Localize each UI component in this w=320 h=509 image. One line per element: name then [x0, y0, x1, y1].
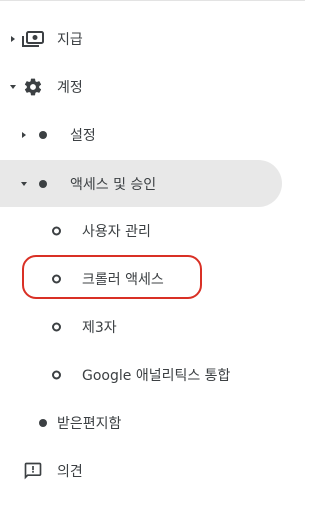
sidebar-item-inbox[interactable]: 받은편지함: [0, 399, 305, 446]
money-icon: [22, 30, 44, 47]
sidebar-item-access[interactable]: 액세스 및 승인: [0, 160, 305, 207]
sidebar-item-label: Google 애널리틱스 통합: [82, 367, 231, 384]
bullet-icon: [39, 179, 47, 188]
sidebar-item-feedback[interactable]: 의견: [0, 447, 305, 494]
caret-right-icon[interactable]: [19, 130, 29, 140]
feedback-icon: [24, 462, 42, 479]
ring-bullet-icon: [52, 370, 61, 379]
sidebar-item-label: 액세스 및 승인: [70, 176, 157, 193]
sidebar-item-label: 제3자: [82, 319, 117, 336]
sidebar-item-user-management[interactable]: 사용자 관리: [0, 207, 305, 254]
sidebar-item-google-analytics[interactable]: Google 애널리틱스 통합: [0, 351, 305, 398]
caret-down-icon[interactable]: [8, 82, 18, 92]
sidebar-item-label: 의견: [57, 463, 83, 480]
sidebar-item-payments[interactable]: 지급: [0, 15, 305, 62]
bullet-icon: [39, 418, 47, 427]
ring-bullet-icon: [52, 322, 61, 331]
sidebar-item-third-party[interactable]: 제3자: [0, 303, 305, 350]
bullet-icon: [39, 130, 47, 139]
ring-bullet-icon: [52, 274, 61, 283]
sidebar-item-label: 사용자 관리: [82, 223, 151, 240]
gear-icon: [24, 78, 42, 95]
ring-bullet-icon: [52, 226, 61, 235]
sidebar-item-label: 계정: [57, 79, 83, 96]
caret-right-icon[interactable]: [8, 34, 18, 44]
sidebar-item-label: 받은편지함: [57, 415, 122, 432]
sidebar-nav: 지급 계정 설정 액세스 및 승인 사용자 관리 크롤러 액세스 제3자 Goo…: [0, 0, 305, 509]
sidebar-item-label: 지급: [57, 31, 83, 48]
caret-down-icon[interactable]: [19, 179, 29, 189]
sidebar-item-label: 크롤러 액세스: [82, 271, 164, 288]
sidebar-item-crawler-access[interactable]: 크롤러 액세스: [0, 255, 305, 302]
sidebar-item-account[interactable]: 계정: [0, 63, 305, 110]
sidebar-item-label: 설정: [70, 127, 96, 144]
sidebar-item-settings[interactable]: 설정: [0, 111, 305, 158]
